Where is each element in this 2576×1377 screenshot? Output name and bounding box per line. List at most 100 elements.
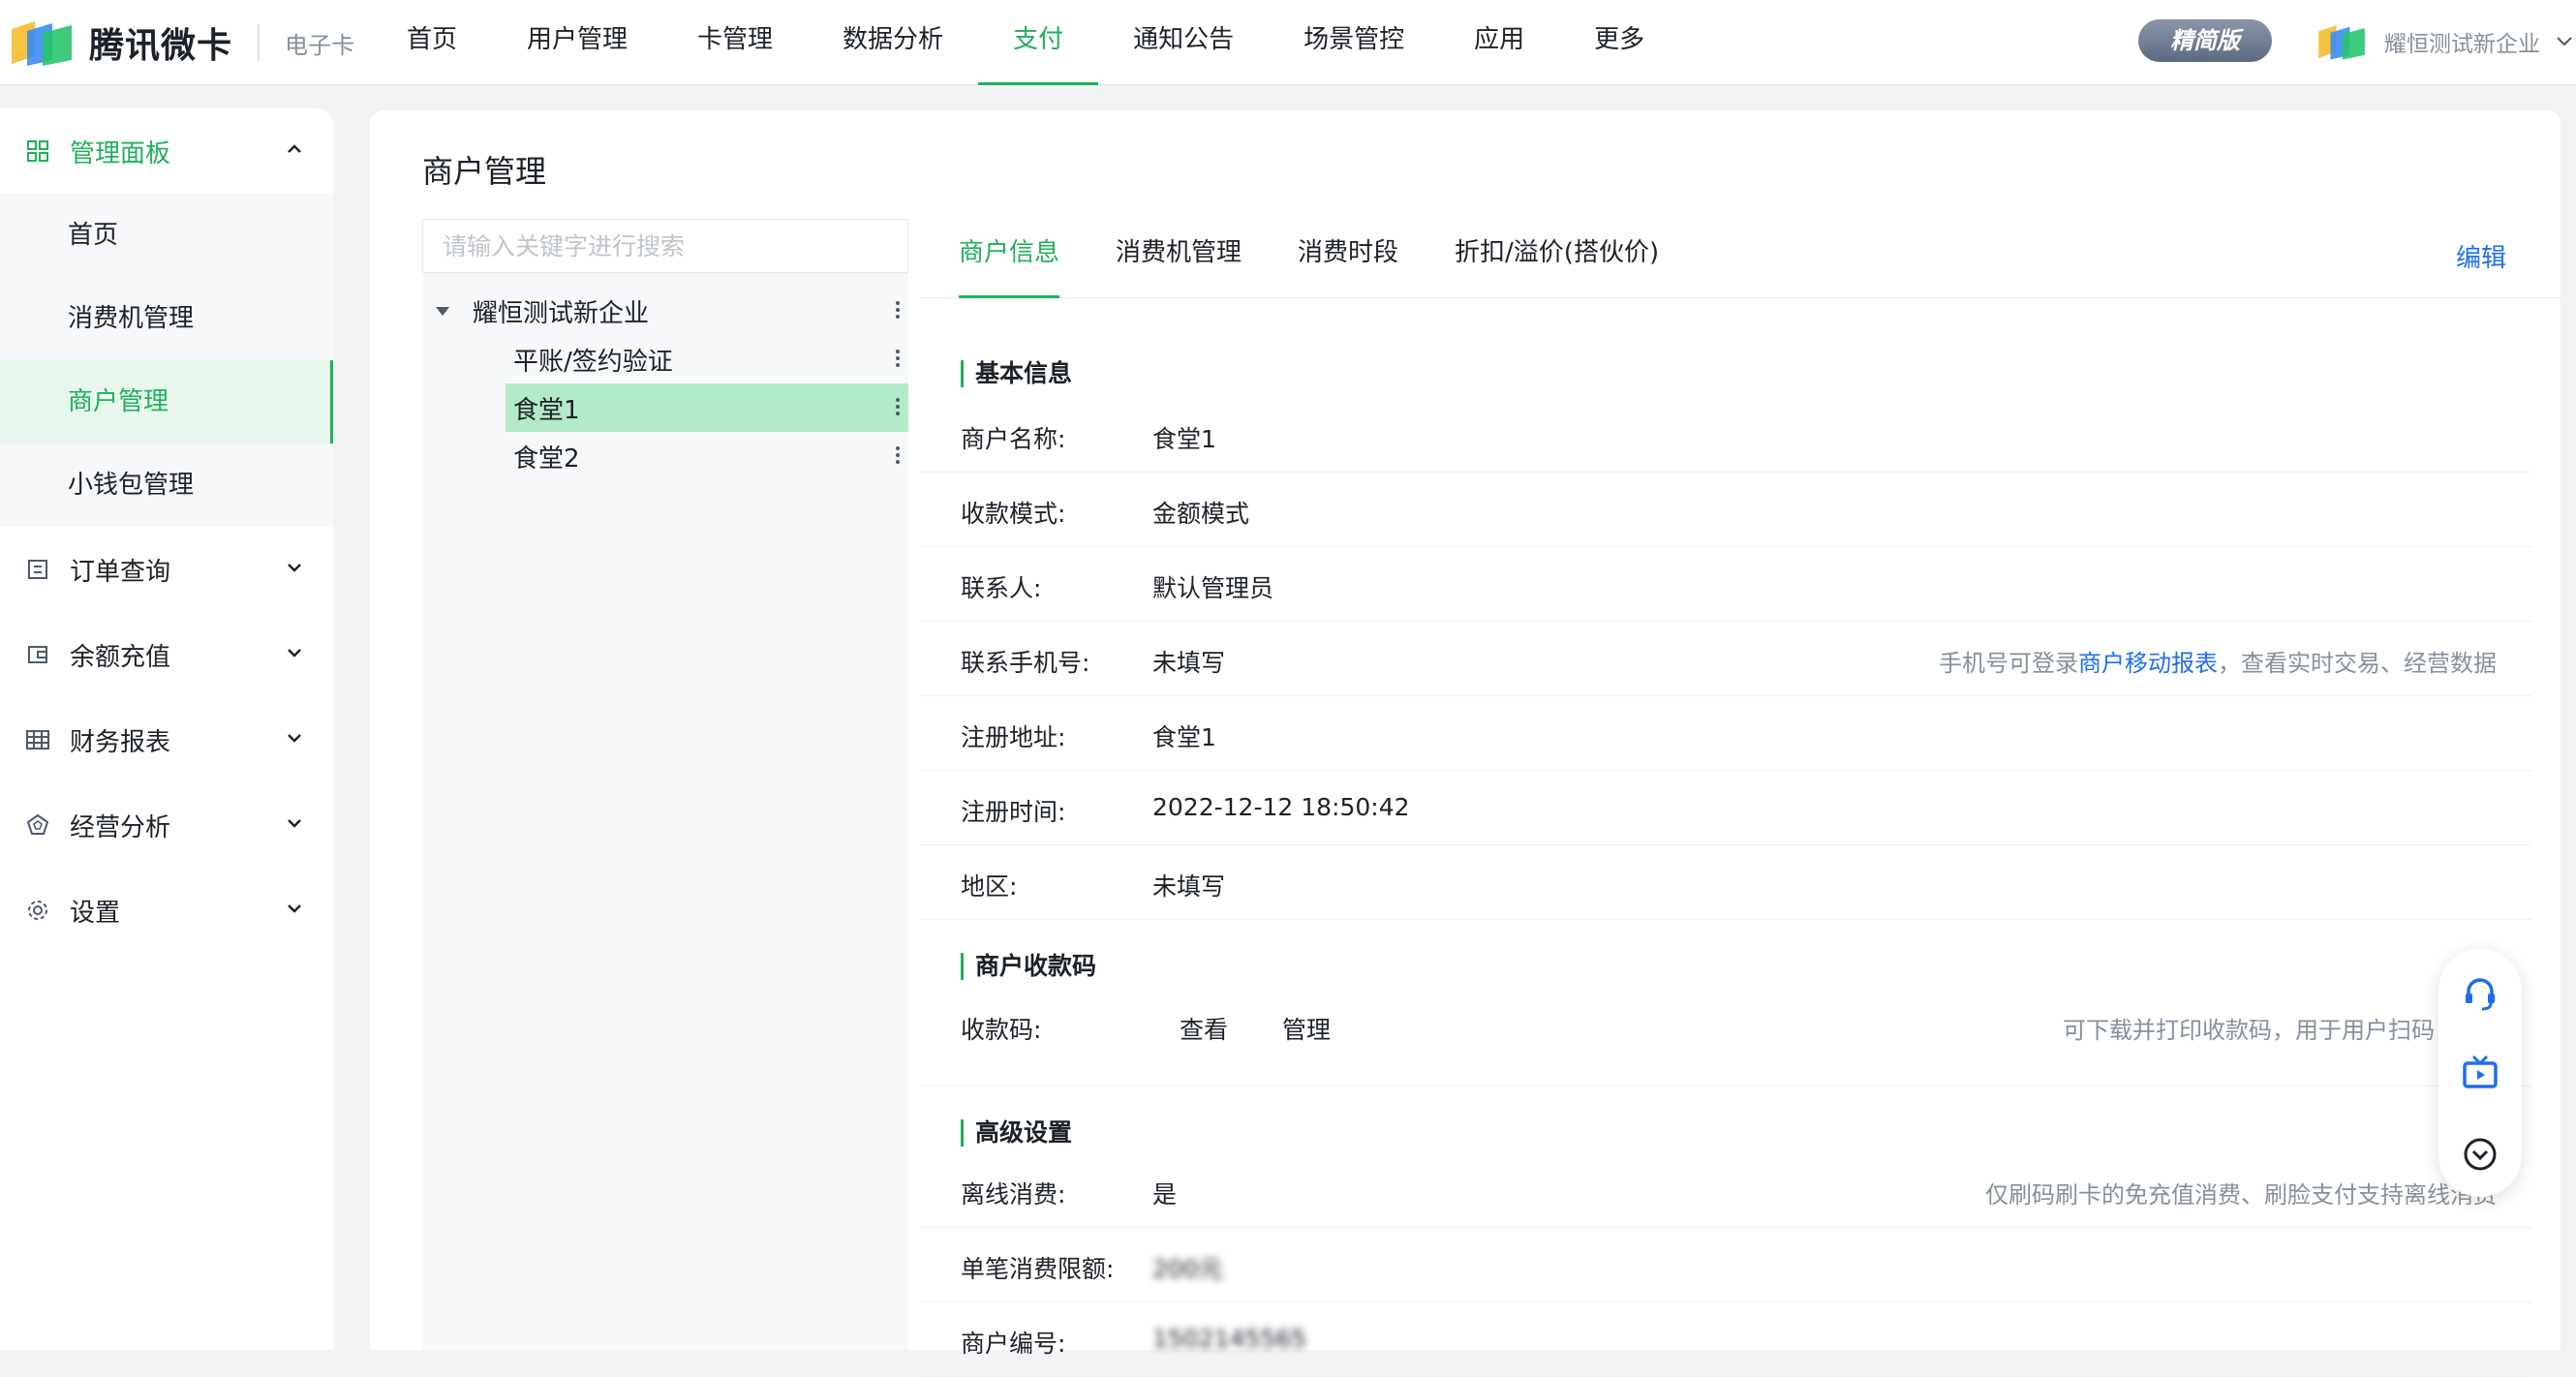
info-row: 收款模式: 金额模式 [920, 474, 2531, 547]
merchant-detail: 商户信息 消费机管理 消费时段 折扣/溢价(搭伙价) 编辑 基本信息 商户名称:… [920, 219, 2561, 1377]
view-qrcode-link[interactable]: 查看 [1180, 1011, 1228, 1046]
org-logo-icon [2318, 25, 2365, 60]
nav-cards[interactable]: 卡管理 [662, 0, 808, 85]
tab-discount[interactable]: 折扣/溢价(搭伙价) [1455, 219, 1659, 298]
sidebar-group-label: 设置 [70, 898, 121, 928]
headset-icon[interactable] [2459, 972, 2501, 1015]
sidebar-group-recharge[interactable]: 余额充值 [0, 612, 333, 697]
detail-tabs: 商户信息 消费机管理 消费时段 折扣/溢价(搭伙价) 编辑 [920, 219, 2561, 298]
caret-down-icon[interactable] [436, 306, 449, 316]
field-value: 1502145565 [1152, 1325, 1307, 1353]
product-name: 电子卡 [285, 31, 355, 59]
info-row: 联系手机号: 未填写 手机号可登录商户移动报表，查看实时交易、经营数据 [920, 623, 2531, 696]
chevron-down-icon [2557, 37, 2572, 46]
info-row: 注册时间: 2022-12-12 18:50:42 [920, 772, 2531, 845]
sidebar-item-wallet[interactable]: 小钱包管理 [0, 444, 333, 527]
nav-more[interactable]: 更多 [1559, 0, 1679, 85]
sidebar-submenu: 首页 消费机管理 商户管理 小钱包管理 [0, 194, 333, 527]
field-label: 联系手机号: [961, 649, 1090, 677]
field-hint: 仅刷码刷卡的免充值消费、刷脸支付支持离线消费 [1985, 1181, 2497, 1209]
tree-node[interactable]: 平账/签约验证 [506, 335, 908, 383]
sidebar-group-analysis[interactable]: 经营分析 [0, 782, 333, 868]
chevron-down-icon [288, 649, 301, 658]
edition-badge[interactable]: 精简版 [2138, 19, 2272, 62]
field-hint: 可下载并打印收款码，用于用户扫码 [2063, 1017, 2435, 1044]
field-value: 金额模式 [1152, 500, 1250, 528]
field-value: 是 [1152, 1180, 1178, 1209]
tab-pos[interactable]: 消费机管理 [1116, 219, 1242, 298]
more-icon[interactable] [895, 444, 901, 469]
top-bar: 腾讯微卡 电子卡 首页 用户管理 卡管理 数据分析 支付 通知公告 场景管控 应… [0, 0, 2576, 85]
divider [258, 24, 261, 61]
hint-text: ，查看实时交易、经营数据 [2218, 650, 2497, 677]
more-icon[interactable] [895, 298, 901, 323]
nav-payment[interactable]: 支付 [978, 0, 1099, 85]
field-label: 单笔消费限额: [961, 1255, 1115, 1283]
chevron-down-icon [288, 819, 301, 828]
sidebar-group-label: 财务报表 [70, 727, 171, 757]
floating-toolbar [2438, 949, 2522, 1197]
nav-users[interactable]: 用户管理 [492, 0, 662, 85]
tree-node-label: 耀恒测试新企业 [473, 298, 650, 328]
field-value: 200元 [1152, 1255, 1223, 1283]
field-label: 收款模式: [961, 500, 1066, 528]
analysis-icon [25, 812, 50, 838]
field-value: 未填写 [1152, 649, 1226, 677]
tree-node-label: 食堂2 [513, 444, 580, 474]
sidebar-group-label: 经营分析 [70, 812, 171, 842]
gear-icon [25, 898, 50, 923]
more-icon[interactable] [895, 395, 901, 420]
tab-periods[interactable]: 消费时段 [1298, 219, 1398, 298]
sidebar-item-home[interactable]: 首页 [0, 194, 333, 277]
chevron-down-circle-icon[interactable] [2459, 1133, 2501, 1176]
table-icon [25, 727, 50, 752]
sidebar-group-orders[interactable]: 订单查询 [0, 527, 333, 612]
brand-name: 腾讯微卡 [89, 26, 233, 66]
nav-analytics[interactable]: 数据分析 [808, 0, 978, 85]
sidebar-item-pos[interactable]: 消费机管理 [0, 277, 333, 360]
field-label: 商户名称: [961, 425, 1066, 453]
chevron-down-icon [288, 564, 301, 572]
logo-mark-icon [10, 17, 74, 68]
field-value: 2022-12-12 18:50:42 [1152, 793, 1410, 821]
section-title: 基本信息 [961, 360, 1072, 387]
chevron-down-icon [288, 734, 301, 743]
info-row: 商户名称: 食堂1 [920, 399, 2531, 473]
edit-button[interactable]: 编辑 [2456, 238, 2506, 274]
wallet-icon [25, 642, 50, 667]
field-label: 注册时间: [961, 798, 1066, 826]
nav-apps[interactable]: 应用 [1439, 0, 1559, 85]
more-icon[interactable] [895, 347, 901, 372]
tree-node-selected[interactable]: 食堂1 [506, 383, 908, 432]
field-label: 联系人: [961, 574, 1042, 602]
user-menu[interactable]: 耀恒测试新企业 [2316, 17, 2573, 66]
search-input[interactable] [422, 219, 908, 273]
section-title: 高级设置 [961, 1119, 1072, 1147]
tree-node[interactable]: 食堂2 [506, 432, 908, 480]
chevron-down-icon [288, 904, 301, 913]
field-label: 地区: [961, 872, 1018, 901]
manage-qrcode-link[interactable]: 管理 [1282, 1011, 1331, 1046]
tv-icon[interactable] [2459, 1052, 2501, 1094]
tree-node-root[interactable]: 耀恒测试新企业 [422, 287, 908, 335]
section-title: 商户收款码 [961, 953, 1096, 980]
nav-home[interactable]: 首页 [372, 0, 492, 85]
sidebar-group-reports[interactable]: 财务报表 [0, 697, 333, 782]
tree-node-label: 食堂1 [513, 395, 580, 425]
nav-scenes[interactable]: 场景管控 [1269, 0, 1439, 85]
field-hint: 手机号可登录商户移动报表，查看实时交易、经营数据 [1939, 644, 2497, 678]
merchant-tree: 耀恒测试新企业 平账/签约验证 食堂1 食堂2 [422, 219, 908, 1350]
tab-merchant-info[interactable]: 商户信息 [959, 219, 1060, 298]
nav-notices[interactable]: 通知公告 [1098, 0, 1269, 85]
sidebar-item-merchant[interactable]: 商户管理 [0, 360, 333, 444]
merchant-mobile-report-link[interactable]: 商户移动报表 [2078, 650, 2218, 677]
grid-icon [25, 138, 50, 164]
chevron-up-icon [288, 144, 301, 153]
logo[interactable]: 腾讯微卡 电子卡 [10, 15, 354, 70]
field-label: 收款码: [961, 1016, 1042, 1044]
info-row: 离线消费: 是 仅刷码刷卡的免充值消费、刷脸支付支持离线消费 [920, 1154, 2531, 1228]
field-label: 离线消费: [961, 1180, 1066, 1209]
sidebar-group-panel[interactable]: 管理面板 [0, 108, 333, 194]
sidebar-group-label: 订单查询 [70, 557, 171, 587]
sidebar-group-settings[interactable]: 设置 [0, 868, 333, 953]
